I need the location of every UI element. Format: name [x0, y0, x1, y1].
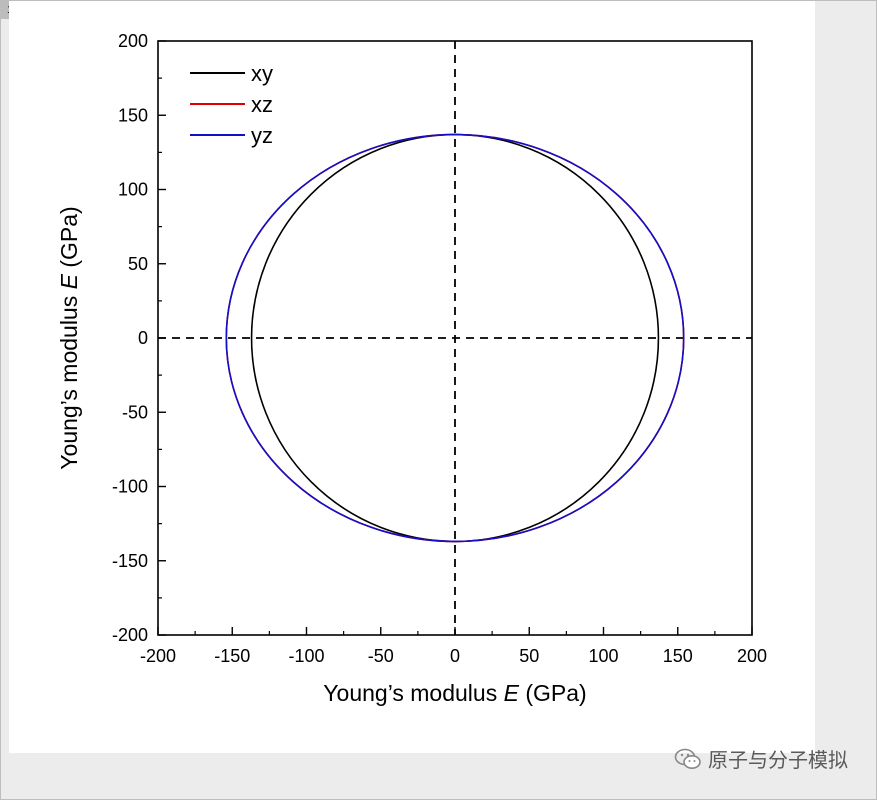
x-axis-label-symbol: E [504, 680, 520, 706]
y-tick-label: 50 [128, 254, 148, 274]
plot-canvas: -200 -150 -100 -50 0 50 100 150 200 -200 -150 -100 -… [9, 1, 815, 753]
x-tick-label: -100 [288, 646, 324, 666]
legend-label-xy: xy [251, 61, 273, 86]
legend-label-yz: yz [251, 123, 273, 148]
y-tick-label: -50 [122, 402, 148, 422]
x-tick-label: 200 [737, 646, 767, 666]
youngs-modulus-chart: -200 -150 -100 -50 0 50 100 150 200 -200 -150 -100 -… [56, 31, 767, 706]
x-tick-label: 0 [450, 646, 460, 666]
x-tick-label: 100 [588, 646, 618, 666]
y-tick-label: 0 [138, 328, 148, 348]
y-axis-label: Young’s modulus E (GPa) [56, 206, 82, 469]
x-axis-label-suffix: (GPa) [519, 680, 587, 706]
legend-label-xz: xz [251, 92, 273, 117]
x-tick-label: -50 [368, 646, 394, 666]
y-axis-label-symbol: E [56, 273, 82, 289]
reference-lines [158, 41, 752, 635]
x-tick-label: -200 [140, 646, 176, 666]
y-tick-label: -150 [112, 551, 148, 571]
legend: xy xz yz [190, 61, 273, 148]
wechat-icon [674, 748, 701, 769]
x-tick-label: 150 [663, 646, 693, 666]
y-tick-label: 100 [118, 180, 148, 200]
watermark: 原子与分子模拟 [674, 744, 848, 773]
y-tick-label: 200 [118, 31, 148, 51]
y-tick-label: 150 [118, 105, 148, 125]
x-axis-label-prefix: Young’s modulus [323, 680, 503, 706]
document-window: 1 -200-150-100-50050100150200-200-150-10… [0, 0, 877, 800]
tick-labels: -200 -150 -100 -50 0 50 100 150 200 -200 -150 -100 -… [112, 31, 767, 666]
watermark-text: 原子与分子模拟 [708, 748, 848, 772]
x-tick-label: 50 [519, 646, 539, 666]
y-tick-label: -100 [112, 477, 148, 497]
x-axis-label: Young’s modulus E (GPa) [323, 680, 586, 706]
y-axis-label-suffix: (GPa) [56, 206, 82, 274]
x-tick-label: -150 [214, 646, 250, 666]
y-axis-label-prefix: Young’s modulus [56, 289, 82, 469]
y-tick-label: -200 [112, 625, 148, 645]
